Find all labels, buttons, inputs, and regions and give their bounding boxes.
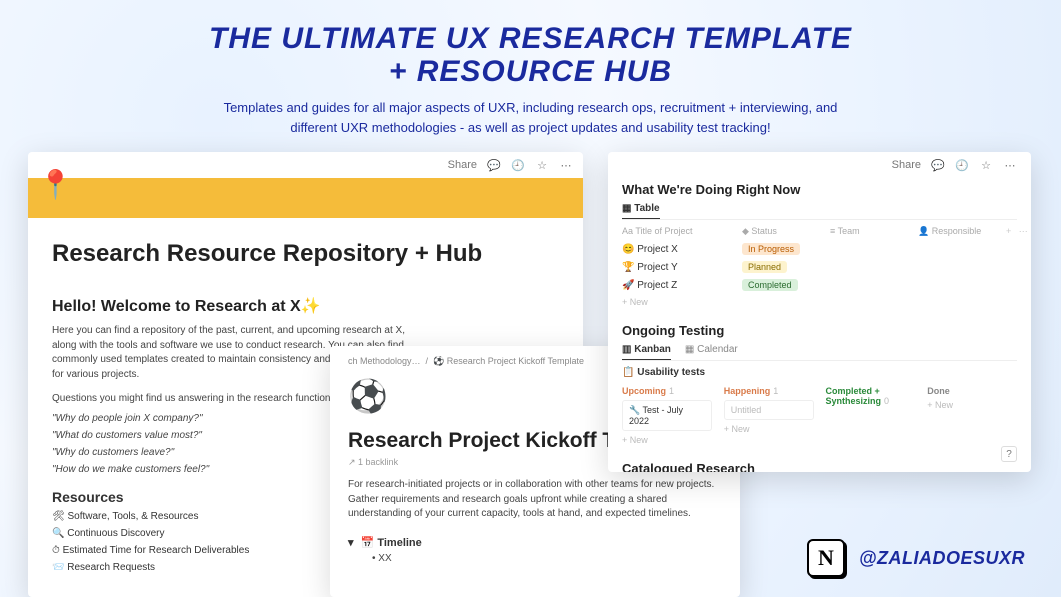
- kanban-card[interactable]: Untitled: [724, 400, 814, 420]
- star-icon[interactable]: ☆: [535, 158, 549, 172]
- tracking-card: Share 💬 🕘 ☆ ⋯ What We're Doing Right Now…: [608, 152, 1031, 472]
- add-column-button[interactable]: + ⋯: [1006, 226, 1028, 237]
- clock-icon[interactable]: 🕘: [955, 158, 969, 172]
- share-button[interactable]: Share: [448, 159, 477, 171]
- testing-tabs: ▥ Kanban ▦ Calendar: [622, 344, 1017, 361]
- kanban-column: Happening1 Untitled + New: [724, 386, 814, 445]
- comment-icon[interactable]: 💬: [931, 158, 945, 172]
- notion-icon: N: [807, 539, 845, 577]
- th-title[interactable]: Aa Title of Project: [622, 226, 742, 237]
- hero-title-line2: + RESOURCE HUB: [0, 55, 1061, 88]
- kanban-new[interactable]: + New: [724, 424, 814, 434]
- timeline-bullet: • XX: [372, 553, 722, 564]
- kanban-column-label: Done: [927, 386, 1017, 396]
- clock-icon[interactable]: 🕘: [511, 158, 525, 172]
- caret-down-icon: ▾: [348, 536, 354, 549]
- tab-calendar[interactable]: ▦ Calendar: [685, 344, 738, 360]
- kanban-card[interactable]: 🔧 Test - July 2022: [622, 400, 712, 431]
- welcome-heading: Hello! Welcome to Research at X✨: [52, 296, 559, 316]
- page-title: Research Resource Repository + Hub: [52, 240, 559, 268]
- card-topbar: Share 💬 🕘 ☆ ⋯: [28, 152, 583, 178]
- table-row[interactable]: 🏆 Project YPlanned: [622, 261, 1017, 273]
- breadcrumb-parent[interactable]: ch Methodology…: [348, 356, 421, 366]
- hero-subtitle-line1: Templates and guides for all major aspec…: [0, 98, 1061, 118]
- kanban-column-label: Happening1: [724, 386, 814, 396]
- social-handle[interactable]: @ZALIADOESUXR: [859, 548, 1025, 569]
- cover-banner: 📍: [28, 178, 583, 218]
- breadcrumb-current[interactable]: ⚽ Research Project Kickoff Template: [433, 356, 584, 366]
- hero-subtitle-line2: different UXR methodologies - as well as…: [0, 118, 1061, 138]
- timeline-toggle[interactable]: ▾ 📅 Timeline: [348, 536, 722, 549]
- kanban-column-label: Upcoming1: [622, 386, 712, 396]
- kanban-column: Done + New: [927, 386, 1017, 445]
- table-row[interactable]: 🚀 Project ZCompleted: [622, 279, 1017, 291]
- timeline-label: 📅 Timeline: [361, 537, 422, 549]
- hero: THE ULTIMATE UX RESEARCH TEMPLATE + RESO…: [0, 0, 1061, 137]
- kanban-new[interactable]: + New: [927, 400, 1017, 410]
- share-button[interactable]: Share: [892, 159, 921, 171]
- doing-now-heading: What We're Doing Right Now: [622, 182, 1017, 197]
- kanban-new[interactable]: + New: [622, 435, 712, 445]
- pin-icon: 📍: [38, 168, 73, 201]
- kickoff-description: For research-initiated projects or in co…: [348, 478, 722, 522]
- table-header: Aa Title of Project ◆ Status ≡ Team 👤 Re…: [622, 226, 1017, 237]
- help-button[interactable]: ?: [1001, 446, 1017, 462]
- usability-tests-heading[interactable]: 📋 Usability tests: [622, 367, 1017, 378]
- kanban-column: Upcoming1 🔧 Test - July 2022 + New: [622, 386, 712, 445]
- table-row[interactable]: 😊 Project XIn Progress: [622, 243, 1017, 255]
- th-team[interactable]: ≡ Team: [830, 226, 918, 237]
- catalogued-research-heading: Catalogued Research: [622, 461, 1017, 472]
- comment-icon[interactable]: 💬: [487, 158, 501, 172]
- kanban-board: Upcoming1🔧 Test - July 2022+ NewHappenin…: [622, 386, 1017, 445]
- tab-kanban[interactable]: ▥ Kanban: [622, 344, 671, 360]
- kanban-column-label: Completed + Synthesizing0: [826, 386, 916, 406]
- tab-table[interactable]: ▦ Table: [622, 203, 660, 219]
- card-topbar: Share 💬 🕘 ☆ ⋯: [622, 152, 1017, 178]
- hero-title-line1: THE ULTIMATE UX RESEARCH TEMPLATE: [0, 22, 1061, 55]
- kanban-column: Completed + Synthesizing0: [826, 386, 916, 445]
- new-row-button[interactable]: + New: [622, 297, 1017, 307]
- th-status[interactable]: ◆ Status: [742, 226, 830, 237]
- brand-footer: N @ZALIADOESUXR: [807, 539, 1025, 577]
- star-icon[interactable]: ☆: [979, 158, 993, 172]
- th-responsible[interactable]: 👤 Responsible: [918, 226, 1006, 237]
- more-icon[interactable]: ⋯: [1003, 158, 1017, 172]
- more-icon[interactable]: ⋯: [559, 158, 573, 172]
- ongoing-testing-heading: Ongoing Testing: [622, 323, 1017, 338]
- view-tabs: ▦ Table: [622, 203, 1017, 220]
